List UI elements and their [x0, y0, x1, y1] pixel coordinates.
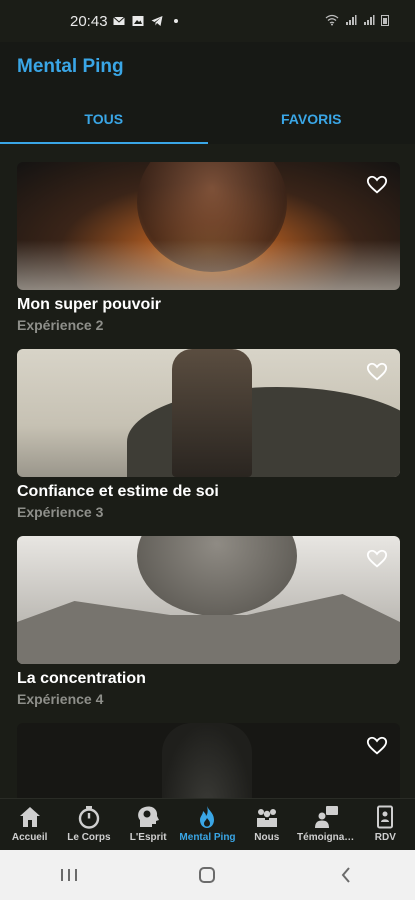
brain-head-icon	[138, 806, 160, 827]
card-subtitle: Expérience 4	[17, 691, 104, 707]
status-time: 20:43	[70, 13, 108, 30]
card-image	[17, 723, 400, 798]
home-circle-icon	[199, 867, 216, 883]
bottom-navigation: Accueil Le Corps L'Esprit Mental Ping No…	[0, 798, 415, 850]
nav-accueil[interactable]: Accueil	[0, 799, 59, 850]
experience-card[interactable]: Confiance et estime de soi Expérience 3	[17, 349, 400, 520]
page-title: Mental Ping	[17, 56, 124, 77]
mail-icon	[113, 16, 125, 25]
recent-apps-icon	[61, 869, 78, 881]
nav-rdv[interactable]: RDV	[356, 799, 415, 850]
wifi-icon	[325, 14, 339, 26]
nav-mental-ping[interactable]: Mental Ping	[178, 799, 237, 850]
home-button[interactable]	[195, 863, 219, 887]
card-subtitle: Expérience 3	[17, 504, 104, 520]
favorite-heart-icon[interactable]	[366, 361, 388, 383]
nav-le-corps[interactable]: Le Corps	[59, 799, 118, 850]
telegram-icon	[151, 16, 163, 26]
tab-bar: TOUS FAVORIS	[0, 100, 415, 144]
group-icon	[256, 809, 277, 827]
favorite-heart-icon[interactable]	[366, 174, 388, 196]
back-button[interactable]	[334, 863, 358, 887]
stopwatch-icon	[78, 806, 100, 829]
recent-apps-button[interactable]	[57, 863, 81, 887]
tab-favoris[interactable]: FAVORIS	[208, 100, 415, 144]
flame-icon	[200, 806, 215, 828]
status-bar: 20:43	[0, 0, 415, 42]
signal-icon	[346, 15, 357, 25]
dot-icon	[174, 19, 178, 23]
tab-tous[interactable]: TOUS	[0, 100, 208, 144]
notification-icons	[113, 15, 182, 27]
card-subtitle: Expérience 2	[17, 317, 104, 333]
card-image	[17, 349, 400, 477]
system-navigation-bar	[0, 850, 415, 900]
home-icon	[19, 807, 40, 827]
favorite-heart-icon[interactable]	[366, 735, 388, 757]
nav-temoignages[interactable]: Témoignag...	[296, 799, 355, 850]
card-title: Mon super pouvoir	[17, 296, 161, 313]
card-title: Confiance et estime de soi	[17, 483, 219, 500]
nav-nous[interactable]: Nous	[237, 799, 296, 850]
appointment-icon	[377, 805, 394, 829]
card-image	[17, 162, 400, 290]
experience-card[interactable]	[17, 723, 400, 798]
back-chevron-icon	[341, 867, 350, 883]
app-bar: Mental Ping TOUS FAVORIS	[0, 42, 415, 144]
card-image	[17, 536, 400, 664]
experience-card[interactable]: La concentration Expérience 4	[17, 536, 400, 707]
experience-list[interactable]: Mon super pouvoir Expérience 2 Confiance…	[0, 144, 415, 798]
system-icons	[325, 14, 389, 26]
signal-icon-2	[364, 15, 375, 25]
battery-icon	[381, 15, 389, 26]
testimony-icon	[315, 806, 339, 828]
card-title: La concentration	[17, 670, 146, 687]
experience-card[interactable]: Mon super pouvoir Expérience 2	[17, 162, 400, 333]
favorite-heart-icon[interactable]	[366, 548, 388, 570]
image-icon	[132, 16, 144, 26]
nav-l-esprit[interactable]: L'Esprit	[119, 799, 178, 850]
